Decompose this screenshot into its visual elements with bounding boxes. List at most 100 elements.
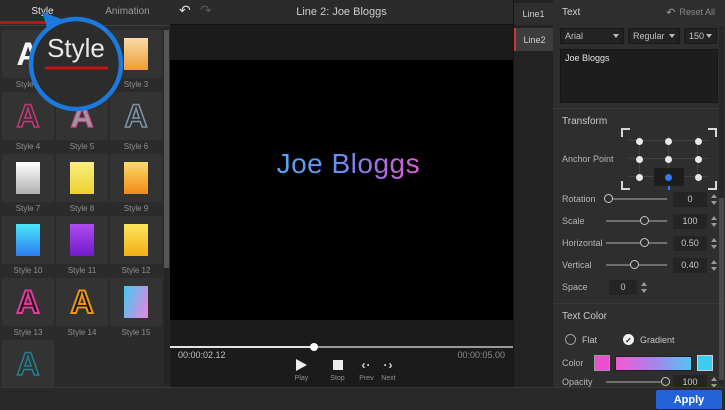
space-value[interactable]: 0 bbox=[609, 280, 637, 295]
prev-button[interactable]: ‹· Prev bbox=[358, 358, 376, 382]
video-canvas[interactable]: Joe Bloggs bbox=[170, 60, 513, 320]
tab-animation[interactable]: Animation bbox=[85, 0, 170, 25]
stop-button[interactable]: Stop bbox=[325, 358, 351, 382]
anchor-point-grid[interactable] bbox=[625, 132, 713, 186]
chevron-down-icon bbox=[706, 34, 712, 38]
style-panel: Style Animation A Style 1 A Style 2 A St… bbox=[0, 0, 170, 410]
gradient-end-swatch[interactable] bbox=[697, 355, 713, 371]
style-label: Style 7 bbox=[2, 202, 54, 215]
apply-button[interactable]: Apply bbox=[656, 390, 722, 409]
style-label: Style 14 bbox=[56, 326, 108, 339]
opacity-knob[interactable] bbox=[661, 377, 670, 386]
vertical-knob[interactable] bbox=[630, 260, 639, 269]
horizontal-slider[interactable] bbox=[606, 242, 667, 244]
style-item-14[interactable]: A Style 14 bbox=[56, 278, 108, 339]
style-thumb: A bbox=[2, 340, 54, 388]
reset-all-label: Reset All bbox=[679, 7, 715, 17]
line-item-2[interactable]: Line2 bbox=[514, 28, 553, 51]
horizontal-stepper[interactable] bbox=[711, 238, 717, 249]
font-family-select[interactable]: Arial bbox=[560, 28, 624, 44]
scale-knob[interactable] bbox=[640, 216, 649, 225]
style-glyph: A bbox=[124, 162, 147, 194]
right-scrollbar-thumb[interactable] bbox=[719, 198, 724, 380]
style-thumb: A bbox=[2, 30, 54, 78]
vertical-slider[interactable] bbox=[606, 264, 667, 266]
style-item-12[interactable]: A Style 12 bbox=[110, 216, 162, 277]
style-item-1[interactable]: A Style 1 bbox=[2, 30, 54, 91]
anchor-top-center[interactable] bbox=[654, 132, 683, 150]
style-item-10[interactable]: A Style 10 bbox=[2, 216, 54, 277]
opacity-label: Opacity bbox=[562, 377, 606, 387]
bottom-bar: Apply bbox=[0, 387, 725, 410]
style-item-7[interactable]: A Style 7 bbox=[2, 154, 54, 215]
style-glyph: A bbox=[16, 224, 39, 256]
style-glyph: A bbox=[124, 224, 147, 256]
gradient-preview-bar[interactable] bbox=[615, 356, 692, 371]
style-item-2[interactable]: A Style 2 bbox=[56, 30, 108, 91]
gradient-start-swatch[interactable] bbox=[594, 355, 610, 371]
prev-icon: ‹· bbox=[362, 359, 372, 372]
flat-radio[interactable] bbox=[565, 334, 576, 345]
style-glyph: A bbox=[16, 38, 39, 70]
preview-titlebar: ↶ ↷ Line 2: Joe Bloggs bbox=[170, 0, 513, 25]
style-label: Style 13 bbox=[2, 326, 54, 339]
next-button[interactable]: ·› Next bbox=[380, 358, 398, 382]
anchor-dot-selected bbox=[665, 174, 672, 181]
prev-label: Prev bbox=[358, 375, 376, 382]
style-label: Style 8 bbox=[56, 202, 108, 215]
opacity-stepper[interactable] bbox=[711, 377, 717, 388]
anchor-dot bbox=[665, 156, 672, 163]
style-item-5[interactable]: A Style 5 bbox=[56, 92, 108, 153]
font-size-select[interactable]: 150 bbox=[684, 28, 717, 44]
style-item-3[interactable]: A Style 3 bbox=[110, 30, 162, 91]
horizontal-knob[interactable] bbox=[640, 238, 649, 247]
style-item-11[interactable]: A Style 11 bbox=[56, 216, 108, 277]
reset-all-button[interactable]: ↶ Reset All bbox=[666, 6, 715, 19]
anchor-dot bbox=[695, 174, 702, 181]
anchor-middle-left[interactable] bbox=[625, 150, 654, 168]
style-item-9[interactable]: A Style 9 bbox=[110, 154, 162, 215]
anchor-dot bbox=[636, 138, 643, 145]
preview-text[interactable]: Joe Bloggs bbox=[277, 148, 421, 180]
style-item-8[interactable]: A Style 8 bbox=[56, 154, 108, 215]
style-item-6[interactable]: A Style 6 bbox=[110, 92, 162, 153]
left-tabs: Style Animation bbox=[0, 0, 170, 26]
timeline[interactable] bbox=[170, 346, 513, 348]
text-input[interactable]: Joe Bloggs bbox=[560, 49, 718, 103]
color-label: Color bbox=[562, 358, 594, 368]
left-scrollbar[interactable] bbox=[164, 28, 169, 385]
rotation-knob[interactable] bbox=[604, 194, 613, 203]
playback-controls: Play Stop ‹· Prev ·› Next bbox=[170, 358, 513, 382]
style-item-13[interactable]: A Style 13 bbox=[2, 278, 54, 339]
up-arrow-icon bbox=[711, 194, 717, 198]
scale-stepper[interactable] bbox=[711, 216, 717, 227]
rotation-label: Rotation bbox=[562, 194, 606, 204]
left-scrollbar-thumb[interactable] bbox=[164, 30, 169, 268]
style-label: Style 15 bbox=[110, 326, 162, 339]
style-item-4[interactable]: A Style 4 bbox=[2, 92, 54, 153]
rotation-value[interactable]: 0 bbox=[673, 192, 707, 207]
style-thumb: A bbox=[110, 216, 162, 264]
line-item-1[interactable]: Line1 bbox=[514, 3, 553, 25]
timeline-remaining bbox=[314, 346, 513, 348]
anchor-middle-center[interactable] bbox=[654, 150, 683, 168]
anchor-middle-right[interactable] bbox=[684, 150, 713, 168]
opacity-slider[interactable] bbox=[606, 381, 667, 383]
right-scrollbar[interactable] bbox=[719, 26, 724, 384]
font-weight-select[interactable]: Regular bbox=[628, 28, 680, 44]
rotation-stepper[interactable] bbox=[711, 194, 717, 205]
style-thumb: A bbox=[2, 216, 54, 264]
vertical-stepper[interactable] bbox=[711, 260, 717, 271]
style-item-15[interactable]: A Style 15 bbox=[110, 278, 162, 339]
anchor-bottom-center[interactable] bbox=[654, 168, 683, 186]
rotation-row: Rotation 0 bbox=[562, 188, 717, 210]
down-arrow-icon bbox=[641, 289, 647, 293]
vertical-value[interactable]: 0.40 bbox=[673, 258, 707, 273]
horizontal-value[interactable]: 0.50 bbox=[673, 236, 707, 251]
scale-slider[interactable] bbox=[606, 220, 667, 222]
gradient-radio[interactable]: ✓ bbox=[623, 334, 634, 345]
scale-value[interactable]: 100 bbox=[673, 214, 707, 229]
play-button[interactable]: Play bbox=[289, 358, 315, 382]
rotation-slider[interactable] bbox=[606, 198, 667, 200]
space-stepper[interactable] bbox=[641, 282, 647, 293]
